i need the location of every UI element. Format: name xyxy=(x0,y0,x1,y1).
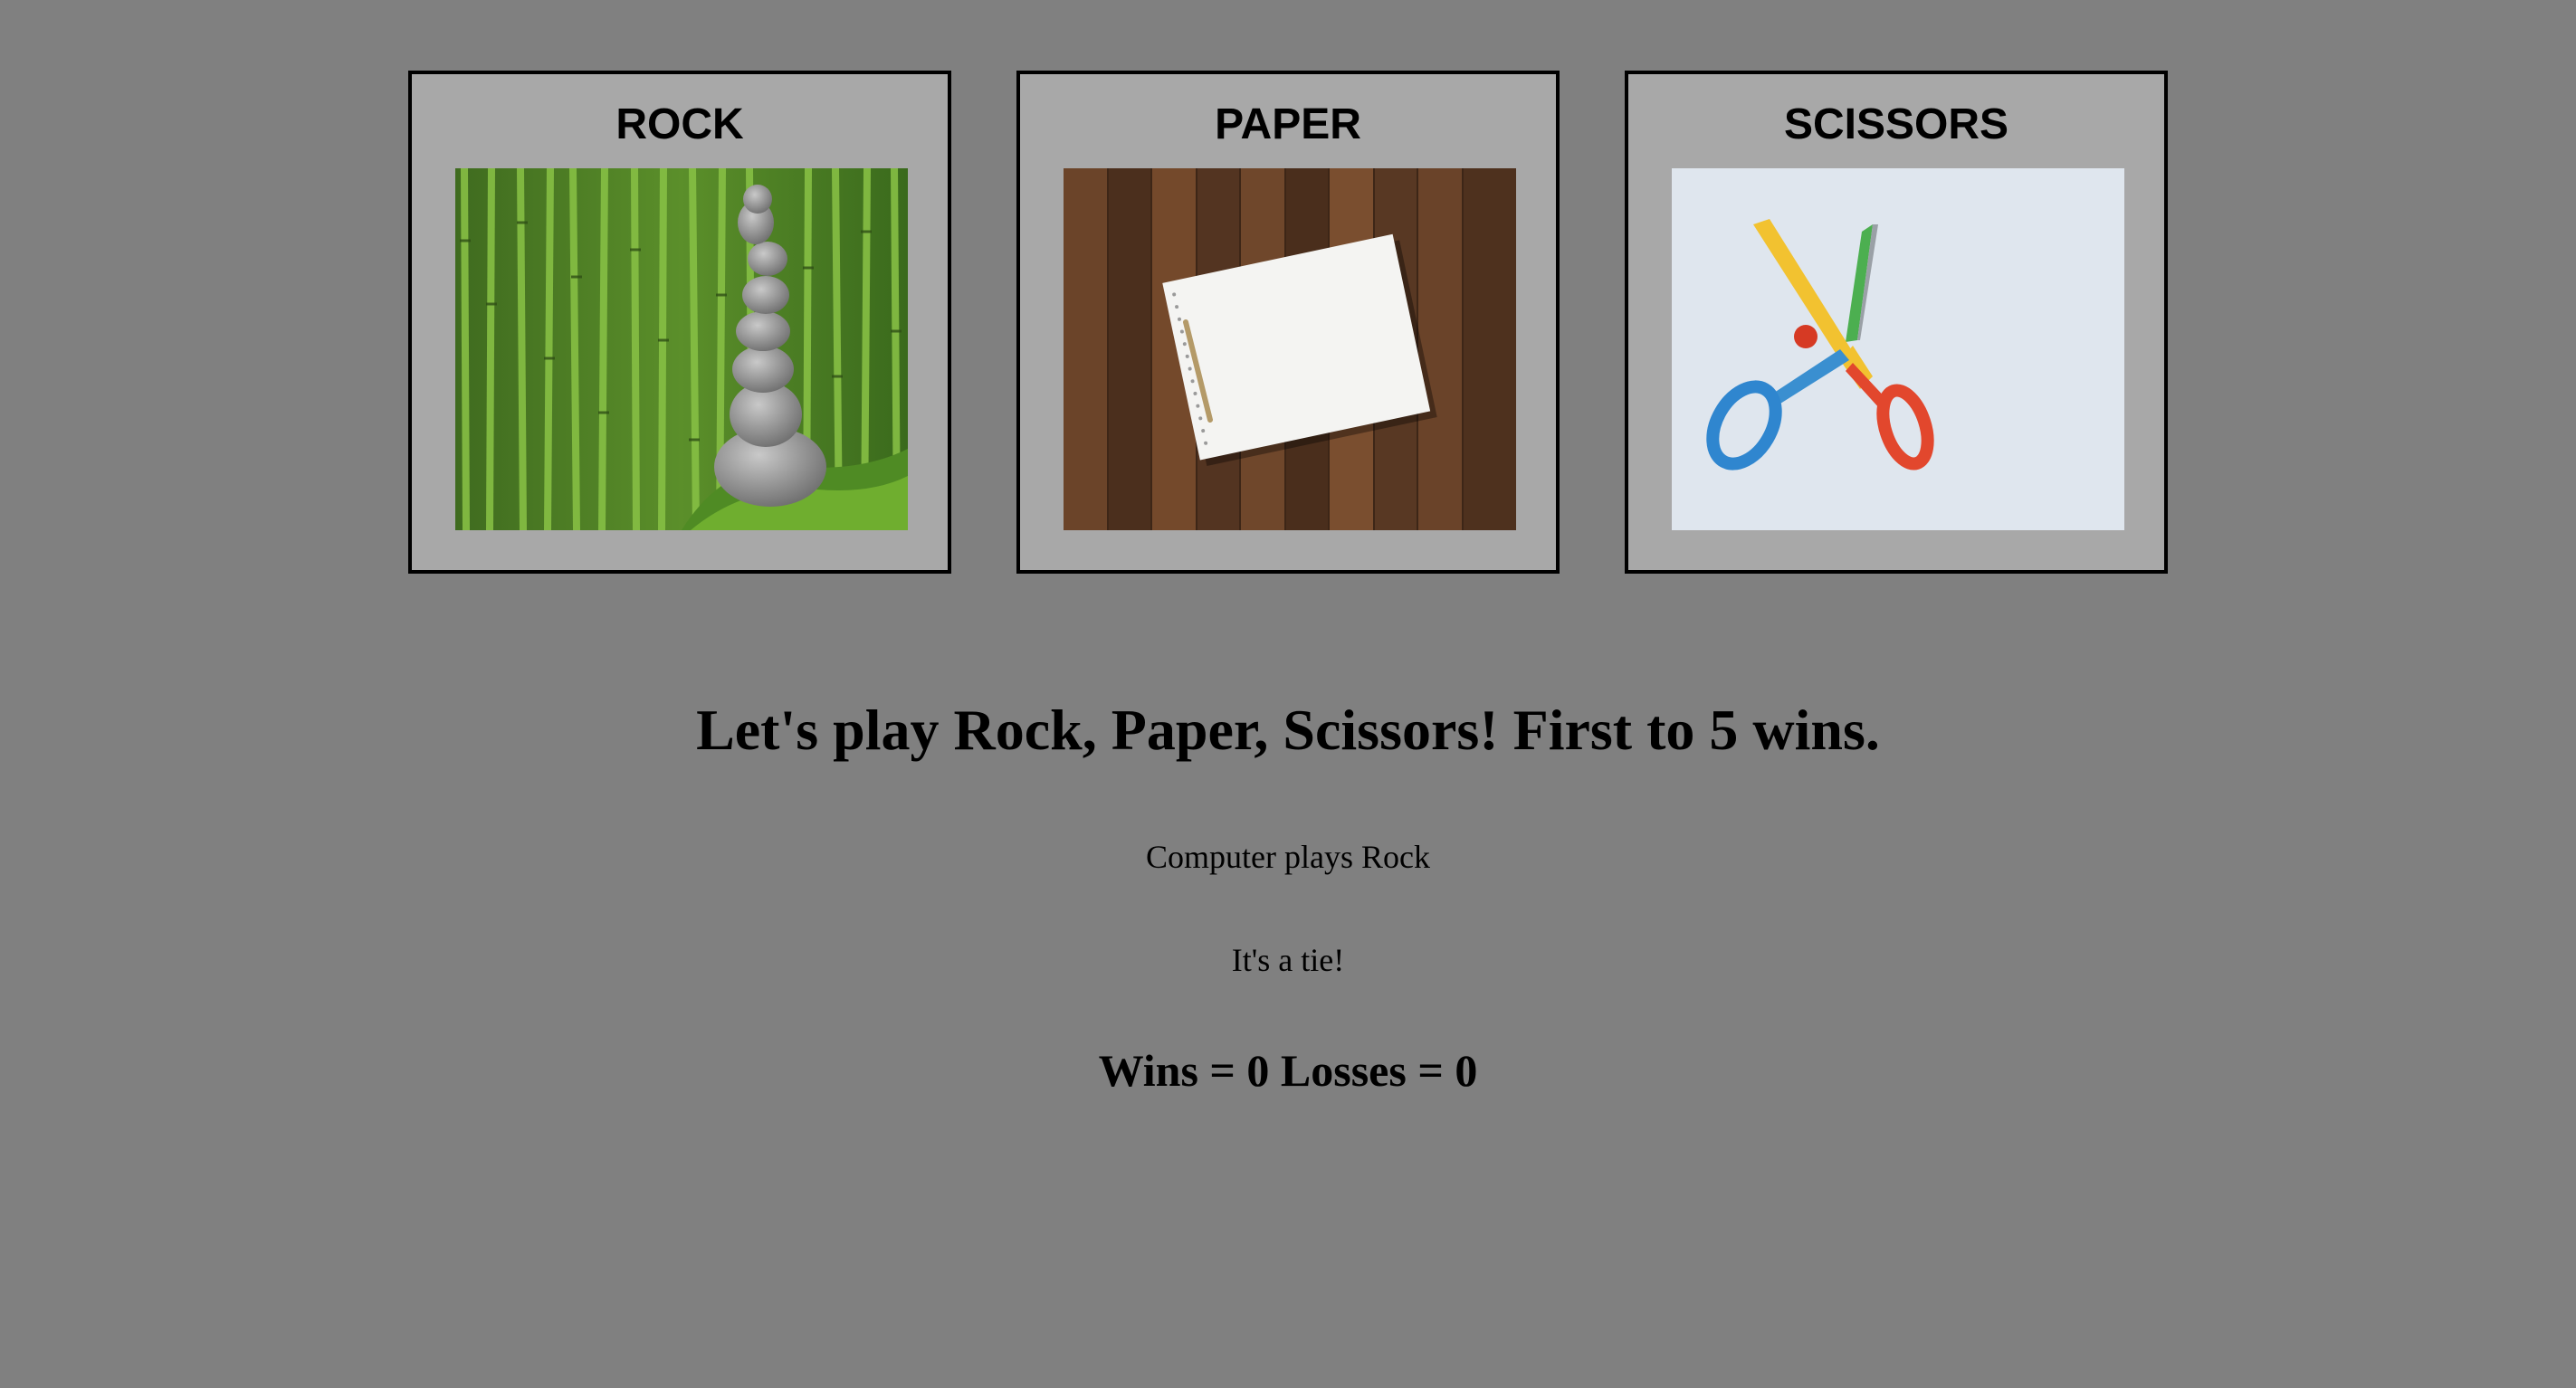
game-headline: Let's play Rock, Paper, Scissors! First … xyxy=(696,698,1880,762)
paper-image[interactable] xyxy=(1064,168,1516,530)
round-result-text: It's a tie! xyxy=(1231,942,1345,978)
scissors-card-title: SCISSORS xyxy=(1783,100,2009,148)
paper-card-title: PAPER xyxy=(1215,100,1361,148)
rock-card[interactable]: ROCK xyxy=(408,71,951,574)
score-display: Wins = 0 Losses = 0 xyxy=(1098,1045,1478,1096)
choice-cards: ROCK PAPER SCISSORS xyxy=(0,71,2576,574)
paper-card[interactable]: PAPER xyxy=(1016,71,1560,574)
computer-play-text: Computer plays Rock xyxy=(1146,839,1430,875)
scissors-card[interactable]: SCISSORS xyxy=(1625,71,2168,574)
rock-image[interactable] xyxy=(455,168,908,530)
scissors-image[interactable] xyxy=(1672,168,2124,530)
rock-card-title: ROCK xyxy=(615,100,744,148)
